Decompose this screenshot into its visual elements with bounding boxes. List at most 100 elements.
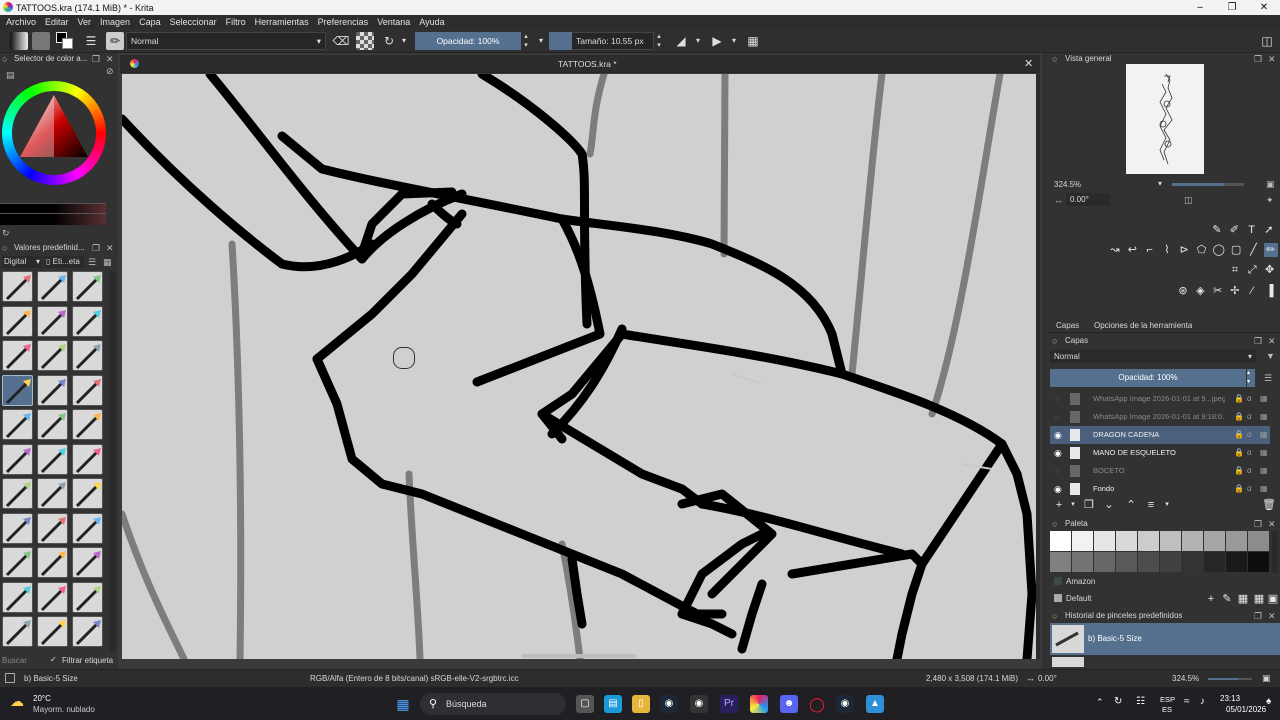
- color-wheel[interactable]: [2, 81, 106, 185]
- refresh-icon[interactable]: ↻: [2, 227, 10, 239]
- palette-swatch[interactable]: [1248, 552, 1269, 572]
- windows-start-icon[interactable]: ▦: [394, 695, 412, 713]
- brush-preset-icon[interactable]: [72, 271, 103, 302]
- clock-time[interactable]: 23:13: [1220, 694, 1240, 703]
- brush-preset-icon[interactable]: [37, 271, 68, 302]
- palette-swatch[interactable]: [1160, 531, 1181, 551]
- mirror-vertical-icon[interactable]: ▶: [708, 32, 726, 50]
- chevron-down-icon[interactable]: ▾: [535, 32, 547, 50]
- duplicate-layer-icon[interactable]: ❐: [1082, 498, 1096, 512]
- palette-swatch[interactable]: [1204, 531, 1225, 551]
- opacity-stepper[interactable]: ▴ ▾: [522, 32, 530, 50]
- freehand-line-icon[interactable]: ╱: [1246, 243, 1260, 257]
- float-icon[interactable]: ❐: [1254, 335, 1262, 347]
- clock-date[interactable]: 05/01/2026: [1226, 705, 1266, 714]
- steam-icon[interactable]: ◉: [660, 695, 678, 713]
- palette-swatch[interactable]: [1094, 531, 1115, 551]
- minimize-button[interactable]: –: [1186, 0, 1214, 15]
- drawing-canvas[interactable]: [122, 74, 1036, 659]
- brush-preset-icon[interactable]: [2, 409, 33, 440]
- edit-swatch-icon[interactable]: ✎: [1220, 592, 1234, 606]
- eye-icon[interactable]: ◉: [1054, 444, 1062, 462]
- lock-icon[interactable]: 🔒: [1234, 480, 1244, 498]
- steam-2-icon[interactable]: ◉: [836, 695, 854, 713]
- chevron-down-icon[interactable]: ▾: [398, 32, 410, 50]
- alpha-lock-icon[interactable]: α: [1247, 480, 1252, 498]
- reset-icon[interactable]: ↻: [380, 32, 398, 50]
- filter-icon[interactable]: ▼: [1266, 350, 1275, 362]
- overview-thumbnail[interactable]: [1126, 64, 1204, 174]
- move-layer-down-icon[interactable]: ⌄: [1102, 498, 1116, 512]
- brush-preset-icon[interactable]: [37, 616, 68, 647]
- eye-hidden-icon[interactable]: ○: [1054, 462, 1059, 480]
- close-icon[interactable]: ✕: [1268, 335, 1276, 347]
- brush-preset-icon[interactable]: [2, 478, 33, 509]
- menu-seleccionar[interactable]: Seleccionar: [170, 17, 217, 27]
- alpha-lock-icon[interactable]: α: [1247, 408, 1252, 426]
- select-shapes-icon[interactable]: ➚: [1262, 223, 1276, 237]
- float-icon[interactable]: ❐: [1254, 610, 1262, 622]
- brush-preset-icon[interactable]: [37, 478, 68, 509]
- layer-blend-mode-select[interactable]: Normal ▾: [1050, 350, 1256, 363]
- overview-rotation-input[interactable]: 0.00°: [1066, 193, 1110, 206]
- mirror-horizontal-icon[interactable]: ◢: [672, 32, 690, 50]
- alpha-lock-icon[interactable]: α: [1247, 426, 1252, 444]
- pin-icon[interactable]: ○: [1052, 518, 1057, 530]
- add-swatch-icon[interactable]: +: [1204, 592, 1218, 606]
- tray-chevron-up-icon[interactable]: ⌃: [1096, 697, 1104, 708]
- palette-swatch[interactable]: [1182, 531, 1203, 551]
- crop-icon[interactable]: ⌗: [1228, 263, 1242, 277]
- discord-icon[interactable]: ☻: [780, 695, 798, 713]
- language-indicator-1[interactable]: ESP: [1160, 695, 1175, 704]
- brush-tool-icon[interactable]: ✎: [1210, 223, 1224, 237]
- colorize-icon[interactable]: ✂: [1211, 284, 1225, 298]
- krita-taskbar-icon[interactable]: [750, 695, 768, 713]
- brush-preset-icon[interactable]: [37, 581, 68, 613]
- chevron-down-icon[interactable]: ▾: [1158, 179, 1162, 188]
- workspace-icon[interactable]: ◫: [1258, 32, 1276, 50]
- chevron-down-icon[interactable]: ▾: [728, 32, 740, 50]
- layer-row[interactable]: ○ WhatsApp Image 2026-01-01 at 9:18:0... 🔒…: [1050, 408, 1270, 426]
- overview-zoom-value[interactable]: 324.5%: [1054, 180, 1081, 189]
- alpha-lock-icon[interactable]: α: [1247, 462, 1252, 480]
- pattern-icon[interactable]: [32, 32, 50, 50]
- palette-swatch[interactable]: [1050, 531, 1071, 551]
- brush-preset-icon[interactable]: [2, 305, 33, 337]
- palette-swatch[interactable]: [1116, 531, 1137, 551]
- layer-opacity-slider[interactable]: Opacidad: 100%: [1050, 369, 1246, 387]
- palette-swatch[interactable]: [1138, 552, 1159, 572]
- palette-grid-icon[interactable]: ▦: [1252, 592, 1266, 606]
- gradient-tool-icon[interactable]: ▐: [1263, 284, 1277, 298]
- rotate-icon[interactable]: ↔: [1054, 194, 1063, 206]
- palette-settings-icon[interactable]: ▣: [1266, 592, 1280, 606]
- eye-hidden-icon[interactable]: ○: [1054, 390, 1059, 408]
- brush-preset-icon[interactable]: [37, 340, 68, 371]
- brush-preset-icon[interactable]: [2, 512, 33, 544]
- language-indicator-2[interactable]: ES: [1162, 705, 1172, 714]
- fill-icon[interactable]: ◈: [1193, 284, 1207, 298]
- clear-icon[interactable]: ⊘: [106, 65, 114, 77]
- layer-row[interactable]: ◉ DRAGON CADENA 🔒 α ▦: [1050, 426, 1270, 444]
- float-icon[interactable]: ❐: [92, 53, 100, 65]
- lock-icon[interactable]: 🔒: [1234, 408, 1244, 426]
- brush-preset-icon[interactable]: [37, 374, 68, 406]
- brush-preset-icon[interactable]: [2, 374, 33, 406]
- brush-preset-icon[interactable]: [72, 616, 103, 647]
- float-icon[interactable]: ❐: [92, 242, 100, 254]
- brush-preset-icon[interactable]: [37, 305, 68, 337]
- document-tab[interactable]: TATTOOS.kra * ✕: [120, 55, 1040, 73]
- layer-options-icon[interactable]: ☰: [1264, 372, 1272, 384]
- menu-archivo[interactable]: Archivo: [6, 17, 36, 27]
- palette-swatch[interactable]: [1226, 552, 1247, 572]
- brush-history-item-2[interactable]: [1052, 657, 1084, 667]
- app-icon[interactable]: ▲: [866, 695, 884, 713]
- taskbar-search[interactable]: ⚲ Búsqueda: [420, 693, 566, 715]
- eye-hidden-icon[interactable]: ○: [1054, 408, 1059, 426]
- color-picker-icon[interactable]: ⁄: [1245, 284, 1259, 298]
- brush-preset-icon[interactable]: [72, 374, 103, 406]
- preserve-alpha-icon[interactable]: [356, 32, 374, 50]
- assistant-icon[interactable]: ⊛: [1176, 284, 1190, 298]
- brush-preset-icon[interactable]: [72, 581, 103, 613]
- pin-icon[interactable]: ○: [1052, 610, 1057, 622]
- brush-preset-icon[interactable]: [2, 616, 33, 647]
